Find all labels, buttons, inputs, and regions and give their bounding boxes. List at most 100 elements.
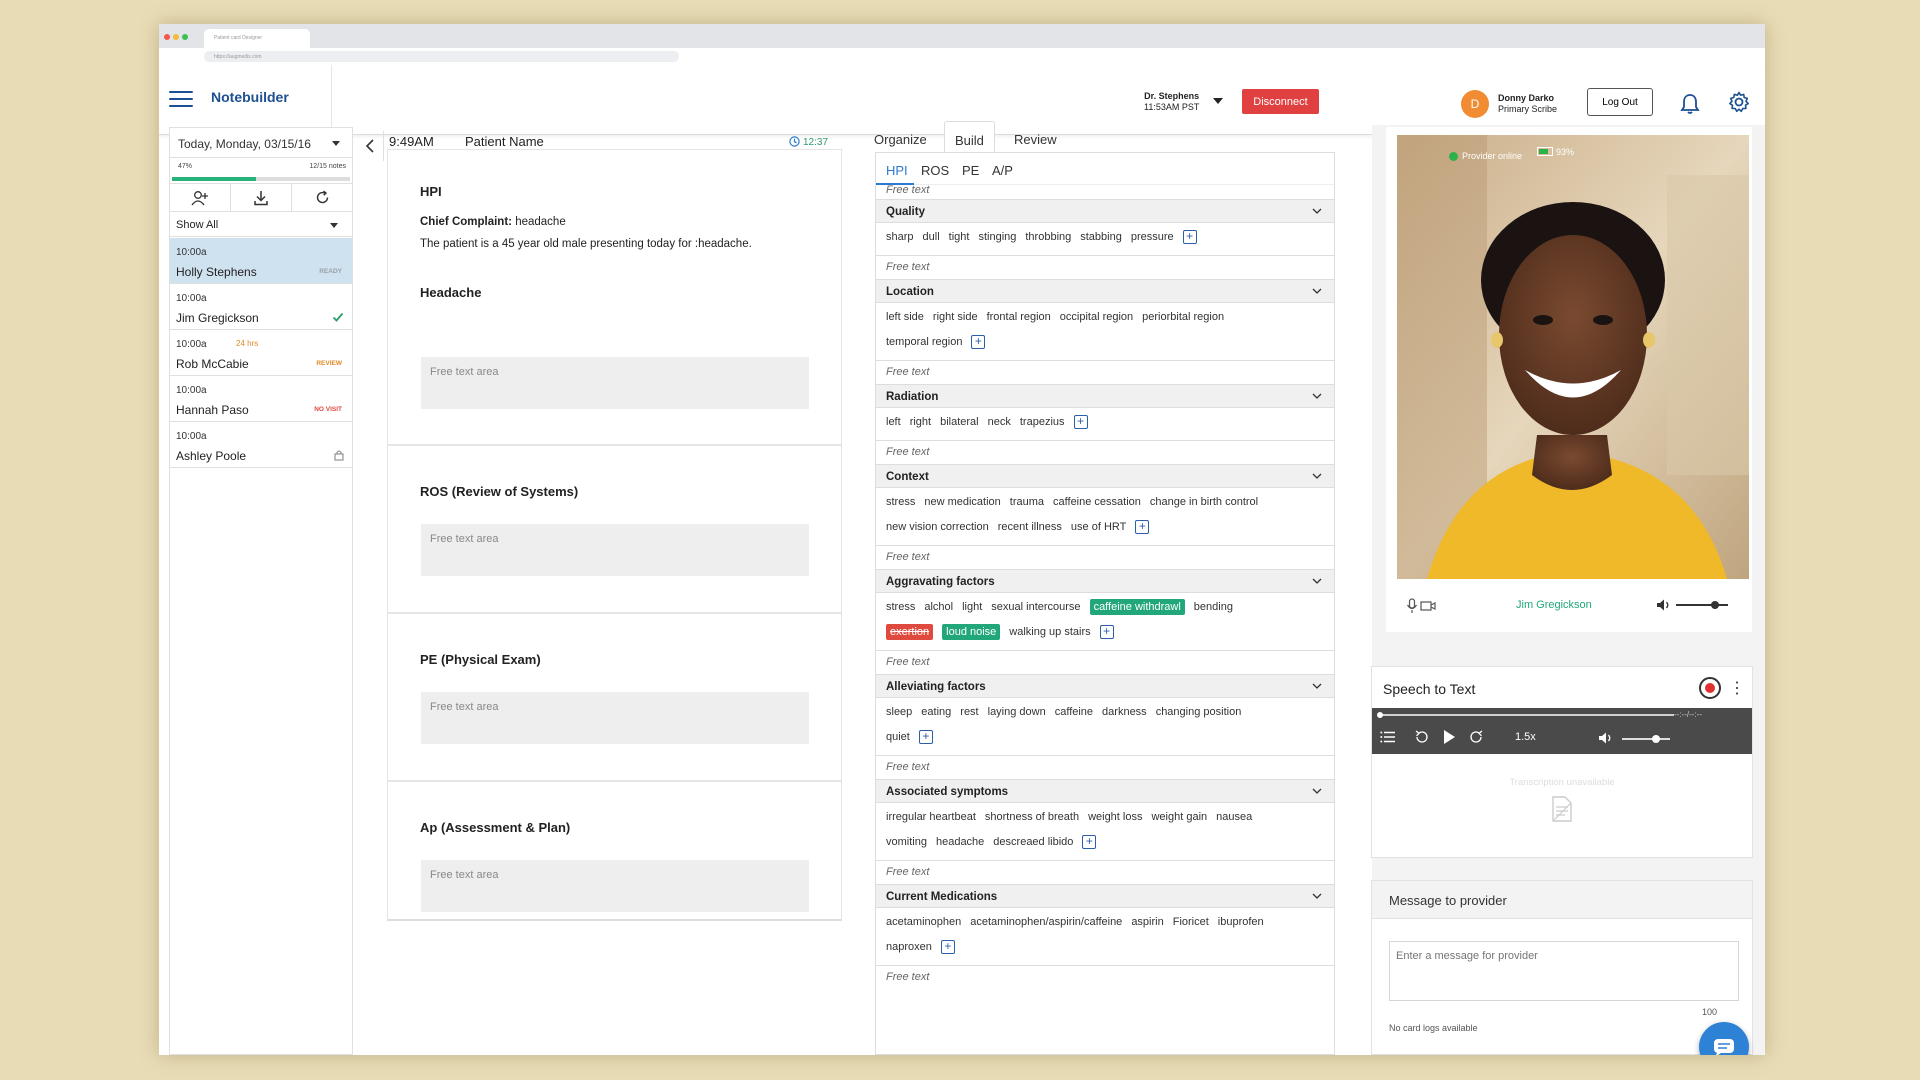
add-option-button[interactable]: + — [1182, 230, 1197, 245]
add-option-button[interactable]: + — [971, 335, 986, 350]
option-chip[interactable]: recent illness — [998, 519, 1062, 535]
free-text-field[interactable]: Free text — [886, 656, 929, 668]
patient-row[interactable]: 10:00a Jim Gregickson — [170, 284, 352, 330]
option-chip[interactable]: stinging — [978, 229, 1016, 245]
play-icon[interactable] — [1442, 729, 1456, 745]
option-chip[interactable]: aspirin — [1131, 914, 1163, 930]
free-text-field[interactable]: Free text — [886, 866, 929, 878]
subtab-pe[interactable]: PE — [962, 163, 979, 178]
option-chip[interactable]: walking up stairs — [1009, 624, 1090, 640]
option-chip[interactable]: sexual intercourse — [991, 599, 1080, 615]
option-chip[interactable]: laying down — [988, 704, 1046, 720]
option-chip[interactable]: periorbital region — [1142, 309, 1224, 325]
section-header[interactable]: Aggravating factors — [876, 569, 1334, 593]
refresh-button[interactable] — [292, 184, 352, 211]
fast-forward-icon[interactable] — [1468, 729, 1484, 745]
option-chip[interactable]: stabbing — [1080, 229, 1122, 245]
option-chip[interactable]: bending — [1194, 599, 1233, 615]
patient-row[interactable]: 10:00a Hannah Paso NO VISIT — [170, 376, 352, 422]
option-chip[interactable]: stress — [886, 599, 915, 615]
option-chip[interactable]: temporal region — [886, 334, 962, 350]
option-chip[interactable]: nausea — [1216, 809, 1252, 825]
section-header[interactable]: Alleviating factors — [876, 674, 1334, 698]
option-chip[interactable]: caffeine cessation — [1053, 494, 1141, 510]
option-chip[interactable]: weight loss — [1088, 809, 1142, 825]
option-chip[interactable]: trapezius — [1020, 414, 1065, 430]
free-text-field[interactable]: Free text — [886, 184, 929, 196]
option-chip[interactable]: right — [910, 414, 931, 430]
patient-row[interactable]: 10:00a 24 hrs Rob McCabie REVIEW — [170, 330, 352, 376]
option-chip[interactable]: tight — [949, 229, 970, 245]
option-chip[interactable]: ibuprofen — [1218, 914, 1264, 930]
maximize-window-icon[interactable] — [182, 34, 188, 40]
option-chip[interactable]: frontal region — [987, 309, 1051, 325]
add-option-button[interactable]: + — [1135, 520, 1150, 535]
subtab-ros[interactable]: ROS — [921, 163, 949, 178]
option-chip[interactable]: use of HRT — [1071, 519, 1126, 535]
option-chip[interactable]: irregular heartbeat — [886, 809, 976, 825]
option-chip[interactable]: darkness — [1102, 704, 1147, 720]
collapse-panel-button[interactable] — [356, 131, 384, 161]
option-chip[interactable]: vomiting — [886, 834, 927, 850]
tab-build[interactable]: Build — [944, 121, 995, 153]
option-chip[interactable]: alchol — [924, 599, 953, 615]
address-bar[interactable]: https://augmedix.com — [204, 51, 679, 62]
section-header[interactable]: Current Medications — [876, 884, 1334, 908]
volume-slider[interactable] — [1676, 601, 1728, 609]
section-header[interactable]: Associated symptoms — [876, 779, 1334, 803]
add-option-button[interactable]: + — [940, 940, 955, 955]
option-chip[interactable]: loud noise — [942, 624, 1001, 640]
patient-row[interactable]: 10:00a Ashley Poole — [170, 422, 352, 468]
option-chip[interactable]: sharp — [886, 229, 914, 245]
tab-review[interactable]: Review — [1004, 121, 1067, 153]
disconnect-button[interactable]: Disconnect — [1242, 89, 1319, 114]
patient-row[interactable]: 10:00a Holly Stephens READY — [170, 238, 352, 284]
microphone-icon[interactable] — [1406, 598, 1418, 614]
tab-organize[interactable]: Organize — [864, 121, 937, 153]
option-chip[interactable]: quiet — [886, 729, 910, 745]
option-chip[interactable]: rest — [960, 704, 978, 720]
option-chip[interactable]: descreaed libido — [993, 834, 1073, 850]
option-chip[interactable]: Fioricet — [1173, 914, 1209, 930]
option-chip[interactable]: acetaminophen — [886, 914, 961, 930]
option-chip[interactable]: acetaminophen/aspirin/caffeine — [970, 914, 1122, 930]
option-chip[interactable]: caffeine withdrawl — [1089, 599, 1185, 615]
option-chip[interactable]: changing position — [1156, 704, 1242, 720]
option-chip[interactable]: trauma — [1010, 494, 1044, 510]
bell-icon[interactable] — [1680, 93, 1700, 115]
free-text-field[interactable]: Free text — [886, 366, 929, 378]
option-chip[interactable]: stress — [886, 494, 915, 510]
option-chip[interactable]: neck — [988, 414, 1011, 430]
option-chip[interactable]: dull — [923, 229, 940, 245]
headache-free-text-area[interactable]: Free text area — [421, 357, 809, 409]
volume-slider-handle[interactable] — [1711, 601, 1719, 609]
option-chip[interactable]: eating — [921, 704, 951, 720]
add-patient-button[interactable] — [170, 184, 231, 211]
option-chip[interactable]: sleep — [886, 704, 912, 720]
playback-speed[interactable]: 1.5x — [1515, 731, 1536, 743]
ros-free-text-area[interactable]: Free text area — [421, 524, 809, 576]
option-chip[interactable]: new medication — [924, 494, 1000, 510]
option-chip[interactable]: caffeine — [1055, 704, 1093, 720]
scrubber-handle[interactable] — [1377, 712, 1383, 718]
minimize-window-icon[interactable] — [173, 34, 179, 40]
download-button[interactable] — [231, 184, 292, 211]
browser-tab[interactable]: Patient card Designer — [204, 29, 310, 48]
option-chip[interactable]: exertion — [886, 624, 934, 640]
audio-scrubber[interactable] — [1377, 712, 1674, 718]
avatar[interactable]: D — [1461, 90, 1489, 118]
volume-icon[interactable] — [1656, 598, 1672, 612]
record-button[interactable] — [1699, 677, 1721, 699]
list-icon[interactable] — [1380, 731, 1396, 743]
option-chip[interactable]: occipital region — [1060, 309, 1133, 325]
option-chip[interactable]: left — [886, 414, 901, 430]
option-chip[interactable]: left side — [886, 309, 924, 325]
hamburger-menu-icon[interactable] — [169, 91, 193, 107]
provider-selector[interactable]: Dr. Stephens 11:53AM PST — [1144, 91, 1199, 113]
audio-volume-handle[interactable] — [1651, 735, 1660, 743]
free-text-field[interactable]: Free text — [886, 551, 929, 563]
add-option-button[interactable]: + — [918, 730, 933, 745]
date-selector[interactable]: Today, Monday, 03/15/16 — [170, 128, 352, 158]
free-text-field[interactable]: Free text — [886, 261, 929, 273]
message-input[interactable] — [1389, 941, 1739, 1001]
